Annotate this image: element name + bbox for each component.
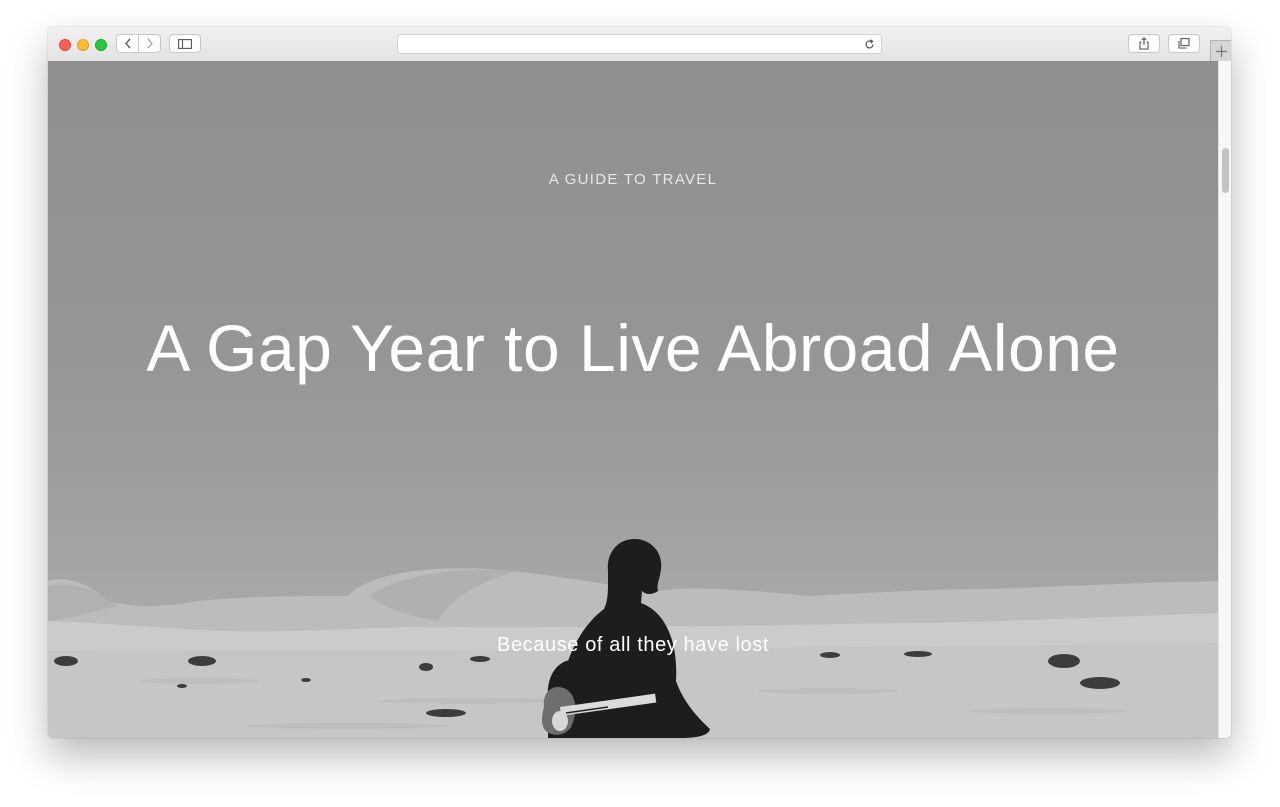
vertical-scrollbar[interactable] <box>1218 61 1231 738</box>
share-button[interactable] <box>1128 34 1160 53</box>
tabs-overview-icon <box>1178 38 1190 49</box>
page-content: A GUIDE TO TRAVEL A Gap Year to Live Abr… <box>48 61 1218 738</box>
browser-toolbar <box>48 27 1231 62</box>
new-tab-button[interactable] <box>1210 40 1231 61</box>
sidebar-toggle-button[interactable] <box>169 34 201 53</box>
chevron-left-icon <box>124 38 131 49</box>
forward-button[interactable] <box>138 34 161 53</box>
reload-button[interactable] <box>862 37 876 51</box>
hero-title: A Gap Year to Live Abroad Alone <box>146 311 1120 385</box>
reload-icon <box>864 38 874 48</box>
fullscreen-window-button[interactable] <box>95 39 107 51</box>
plus-icon <box>1215 45 1227 57</box>
chevron-right-icon <box>146 38 153 49</box>
browser-window: A GUIDE TO TRAVEL A Gap Year to Live Abr… <box>48 27 1231 738</box>
close-window-button[interactable] <box>59 39 71 51</box>
scrollbar-thumb[interactable] <box>1222 148 1229 193</box>
hero-subtitle: Because of all they have lost <box>497 634 769 656</box>
address-bar[interactable] <box>397 34 882 54</box>
share-icon <box>1139 37 1149 50</box>
back-button[interactable] <box>116 34 139 53</box>
sidebar-icon <box>178 38 192 49</box>
tab-overview-button[interactable] <box>1168 34 1200 53</box>
hero-eyebrow: A GUIDE TO TRAVEL <box>548 171 718 188</box>
minimize-window-button[interactable] <box>77 39 89 51</box>
